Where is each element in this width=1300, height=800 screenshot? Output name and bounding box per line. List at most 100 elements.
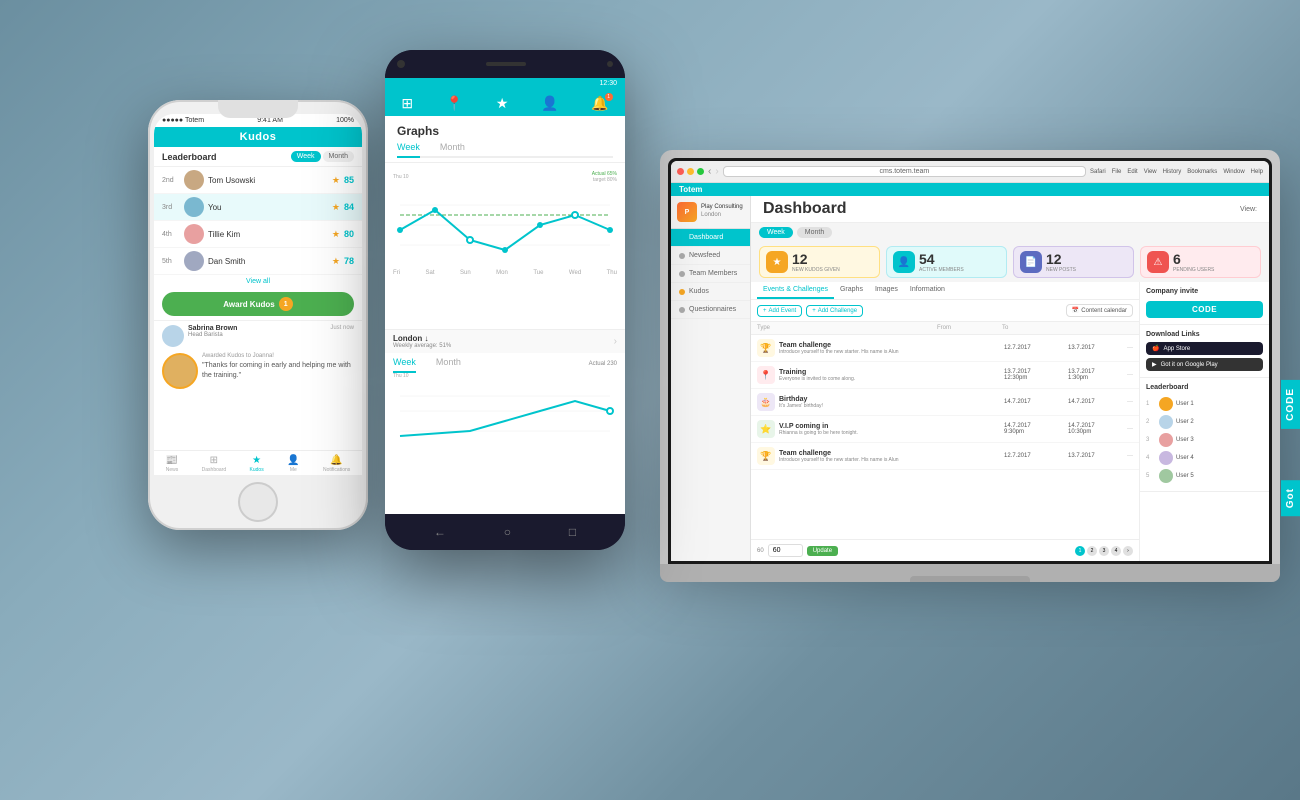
graph-tab-month[interactable]: Month — [440, 142, 465, 156]
rank: 3 — [1146, 437, 1156, 443]
player-name: You — [208, 203, 328, 212]
page-3[interactable]: 3 — [1099, 546, 1109, 556]
apple-icon: 🍎 — [1152, 345, 1159, 352]
posts-stat-info: 12 NEW POSTS — [1046, 251, 1076, 273]
table-row: ⭐ V.I.P coming in Rhianna is going to be… — [751, 416, 1139, 443]
android-device: 12:30 ⊞ 📍 ★ 👤 🔔 1 Graphs Week Month Thu … — [385, 50, 625, 550]
add-event-button[interactable]: + Add Event — [757, 305, 802, 317]
page-4[interactable]: 4 — [1111, 546, 1121, 556]
nav-icon-person[interactable]: 👤 — [541, 95, 558, 112]
nav-kudos[interactable]: ★ Kudos — [250, 455, 264, 473]
event-description: Everyone is invited to come along. — [779, 376, 1000, 382]
back-nav-icon[interactable]: ‹ — [708, 166, 711, 177]
graph-tab-week[interactable]: Week — [397, 142, 420, 158]
sidebar-item-questionnaires[interactable]: Questionnaires — [671, 301, 750, 319]
star-icon: ★ — [332, 229, 340, 240]
avatar — [1159, 415, 1173, 429]
front-camera — [397, 60, 405, 68]
url-bar[interactable]: cms.totem.team — [723, 166, 1086, 177]
nav-dashboard[interactable]: ⊞ Dashboard — [202, 455, 226, 473]
player-score: 85 — [344, 175, 354, 185]
invite-code-button[interactable]: CODE — [1146, 301, 1263, 318]
content-calendar-button[interactable]: 📅 Content calendar — [1066, 304, 1133, 317]
player-score: 78 — [344, 256, 354, 266]
back-button[interactable]: ← — [434, 525, 446, 539]
week-tab[interactable]: Week — [759, 227, 793, 238]
page-1[interactable]: 1 — [1075, 546, 1085, 556]
player-name: Dan Smith — [208, 257, 328, 266]
forward-nav-icon[interactable]: › — [715, 166, 718, 177]
speaker — [486, 62, 526, 66]
page-next[interactable]: › — [1123, 546, 1133, 556]
add-challenge-button[interactable]: + Add Challenge — [806, 305, 863, 317]
tab-information[interactable]: Information — [904, 282, 951, 299]
nav-dot-icon — [679, 307, 685, 313]
safari-menu-items: Safari File Edit View History Bookmarks … — [1090, 169, 1263, 175]
nav-icon-star[interactable]: ★ — [496, 95, 509, 112]
quoted-user-avatar — [162, 353, 198, 389]
update-button[interactable]: Update — [807, 546, 838, 556]
avatar — [1159, 433, 1173, 447]
event-name: Training — [779, 369, 1000, 376]
recents-button[interactable]: □ — [569, 525, 576, 539]
view-all-link[interactable]: View all — [154, 275, 362, 288]
event-description: Rhianna is going to be here tonight. — [779, 430, 1000, 436]
sidebar-item-team[interactable]: Team Members — [671, 265, 750, 283]
tab-graphs[interactable]: Graphs — [834, 282, 869, 299]
kudos-badge: 1 — [279, 297, 293, 311]
members-stat-info: 54 ACTIVE MEMBERS — [919, 251, 964, 273]
stat-posts: 📄 12 NEW POSTS — [1013, 246, 1134, 278]
event-type-icon: 🏆 — [757, 339, 775, 357]
nav-icon-notification[interactable]: 🔔 1 — [591, 95, 608, 112]
tab-week[interactable]: Week — [291, 151, 321, 162]
got-side-tab[interactable]: Got — [1281, 480, 1300, 516]
table-row: 🏆 Team challenge Introduce yourself to t… — [751, 443, 1139, 470]
graph-area-2: Week Month Actual 230 Thu 10 — [385, 353, 625, 515]
page-2[interactable]: 2 — [1087, 546, 1097, 556]
activity-user-name: Sabrina Brown — [188, 325, 326, 332]
sidebar-item-dashboard[interactable]: Dashboard — [671, 229, 750, 247]
app-store-button[interactable]: 🍎 App Store — [1146, 342, 1263, 355]
laptop-base — [660, 564, 1280, 582]
nav-notifications[interactable]: 🔔 Notifications — [323, 455, 350, 473]
home-button[interactable]: ○ — [504, 525, 511, 539]
nav-icon-location[interactable]: 📍 — [446, 95, 463, 112]
code-side-tab[interactable]: CODE — [1281, 380, 1300, 429]
second-graph-week-tab[interactable]: Week — [393, 357, 416, 373]
minimize-button[interactable] — [687, 168, 694, 175]
sidebar-item-newsfeed[interactable]: Newsfeed — [671, 247, 750, 265]
battery-label: 100% — [336, 117, 354, 124]
event-name: Team challenge — [779, 342, 1000, 349]
tab-events-challenges[interactable]: Events & Challenges — [757, 282, 834, 299]
google-play-button[interactable]: ▶ Got it on Google Play — [1146, 358, 1263, 371]
event-actions-bar: + Add Event + Add Challenge — [751, 300, 1139, 322]
posts-label: NEW POSTS — [1046, 267, 1076, 273]
month-tab[interactable]: Month — [797, 227, 832, 238]
second-graph-month-tab[interactable]: Month — [436, 357, 461, 371]
nav-icon-map[interactable]: ⊞ — [401, 95, 413, 112]
nav-news[interactable]: 📰 News — [166, 455, 179, 473]
player-name: Tillie Kim — [208, 230, 328, 239]
company-info: P Play Consulting London — [671, 196, 750, 229]
tab-images[interactable]: Images — [869, 282, 904, 299]
graph-tab-bar: Week Month — [397, 142, 613, 158]
sidebar-item-kudos[interactable]: Kudos — [671, 283, 750, 301]
members-stat-icon: 👤 — [893, 251, 915, 273]
home-button[interactable] — [238, 482, 278, 522]
event-to-date: 13.7.20171:30pm — [1068, 369, 1123, 381]
axis-label-top2: Thu 10 — [393, 373, 617, 379]
leaderboard-tabs: Week Month — [291, 151, 354, 162]
nav-me[interactable]: 👤 Me — [287, 455, 299, 473]
event-from-date: 13.7.201712:30pm — [1004, 369, 1064, 381]
rank-label: 3rd — [162, 204, 180, 211]
close-button[interactable] — [677, 168, 684, 175]
me-icon: 👤 — [287, 455, 299, 466]
award-kudos-button[interactable]: Award Kudos 1 — [162, 292, 354, 316]
location-row[interactable]: London ↓ Weekly average: 51% › — [385, 329, 625, 353]
kudos-label: NEW KUDOS GIVEN — [792, 267, 840, 273]
event-separator: — — [1127, 345, 1133, 351]
maximize-button[interactable] — [697, 168, 704, 175]
pagination-input[interactable] — [768, 544, 803, 557]
tab-month[interactable]: Month — [323, 151, 354, 162]
android-status-bar: 12:30 — [385, 78, 625, 89]
